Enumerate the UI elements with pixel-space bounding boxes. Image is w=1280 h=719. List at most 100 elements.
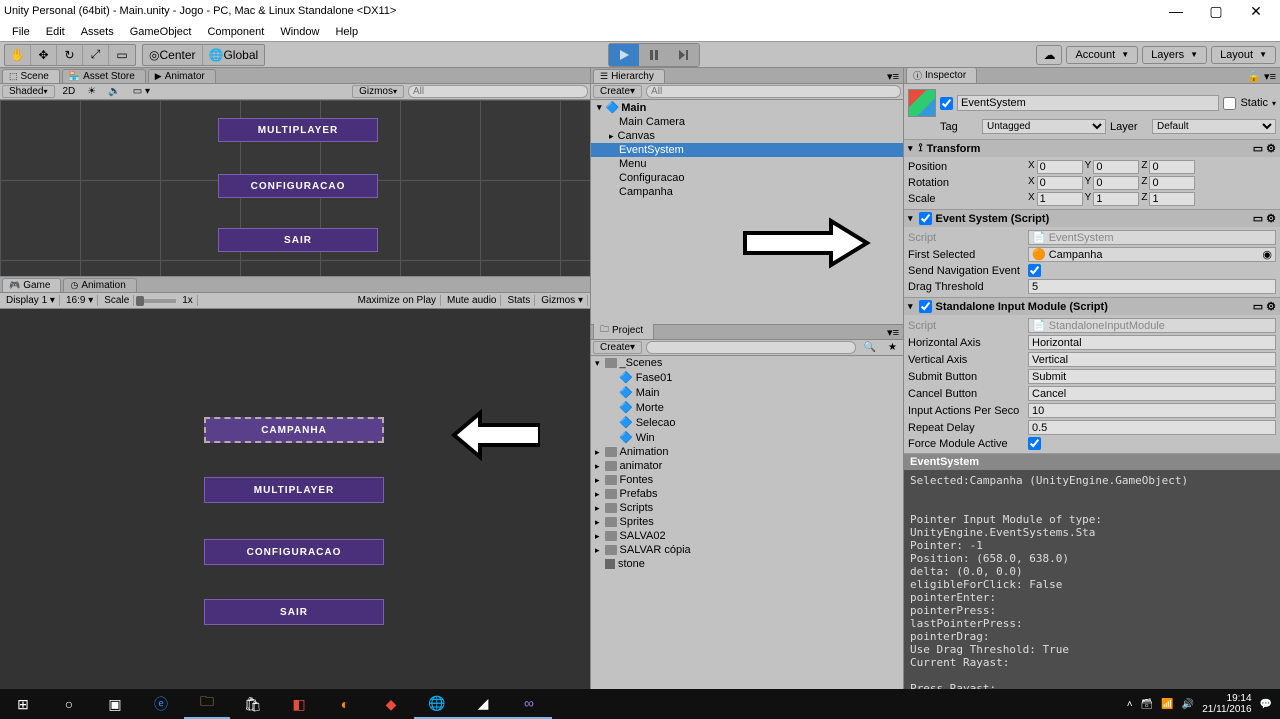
project-folder[interactable]: ▸Fontes bbox=[591, 473, 903, 487]
project-folder[interactable]: ▸animator bbox=[591, 459, 903, 473]
scale-tool[interactable]: ⤢ bbox=[83, 45, 109, 65]
rot-y[interactable] bbox=[1093, 176, 1139, 190]
game-btn-config[interactable]: CONFIGURACAO bbox=[204, 539, 384, 565]
force-module-checkbox[interactable] bbox=[1028, 437, 1041, 450]
search-filter-icon[interactable]: 🔍 bbox=[860, 342, 880, 353]
rot-z[interactable] bbox=[1149, 176, 1195, 190]
tab-game[interactable]: 🎮Game bbox=[2, 278, 61, 292]
menu-help[interactable]: Help bbox=[327, 24, 366, 40]
save-filter-icon[interactable]: ★ bbox=[884, 342, 901, 353]
gameobject-name-field[interactable] bbox=[957, 95, 1219, 111]
scale-slider[interactable] bbox=[136, 299, 176, 303]
hierarchy-item[interactable]: Main Camera bbox=[591, 115, 903, 129]
start-button[interactable]: ⊞ bbox=[0, 689, 46, 719]
hand-tool[interactable]: ✋ bbox=[5, 45, 31, 65]
hierarchy-scene-root[interactable]: ▾🔷 Main bbox=[591, 100, 903, 115]
project-folder[interactable]: ▸Scripts bbox=[591, 501, 903, 515]
play-button[interactable] bbox=[609, 44, 639, 66]
component-header[interactable]: ▾ Event System (Script)▭ ⚙ bbox=[904, 210, 1280, 227]
project-folder[interactable]: ▸Animation bbox=[591, 445, 903, 459]
account-dropdown[interactable]: Account▼ bbox=[1066, 46, 1138, 64]
hierarchy-tree[interactable]: ▾🔷 Main Main Camera ▸Canvas EventSystem … bbox=[591, 100, 903, 324]
vertical-axis-field[interactable] bbox=[1028, 352, 1276, 367]
scl-x[interactable] bbox=[1037, 192, 1083, 206]
menu-window[interactable]: Window bbox=[272, 24, 327, 40]
game-view[interactable]: CAMPANHA MULTIPLAYER CONFIGURACAO SAIR bbox=[0, 309, 590, 689]
stats-toggle[interactable]: Stats bbox=[503, 295, 535, 306]
scene-btn-multiplayer[interactable]: MULTIPLAYER bbox=[218, 118, 378, 142]
menu-assets[interactable]: Assets bbox=[73, 24, 122, 40]
tray-date[interactable]: 21/11/2016 bbox=[1202, 704, 1251, 715]
taskbar-unity[interactable]: ◢ bbox=[460, 689, 506, 719]
game-gizmos-dropdown[interactable]: Gizmos ▾ bbox=[537, 295, 588, 306]
pos-x[interactable] bbox=[1037, 160, 1083, 174]
taskbar-vs[interactable]: ∞ bbox=[506, 689, 552, 719]
2d-toggle[interactable]: 2D bbox=[59, 86, 80, 97]
taskbar-app[interactable]: ◆ bbox=[368, 689, 414, 719]
project-folder[interactable]: ▸Prefabs bbox=[591, 487, 903, 501]
project-scene[interactable]: 🔷Fase01 bbox=[591, 370, 903, 385]
menu-component[interactable]: Component bbox=[199, 24, 272, 40]
project-scene[interactable]: 🔷Win bbox=[591, 430, 903, 445]
tab-hierarchy[interactable]: ☰Hierarchy bbox=[593, 69, 665, 83]
hierarchy-item[interactable]: ▸Canvas bbox=[591, 129, 903, 143]
tray-wifi-icon[interactable]: 📶 bbox=[1161, 699, 1173, 710]
taskbar-explorer[interactable]: 🗀 bbox=[184, 689, 230, 719]
hierarchy-item[interactable]: Campanha bbox=[591, 185, 903, 199]
menu-file[interactable]: File bbox=[4, 24, 38, 40]
hierarchy-item[interactable]: Menu bbox=[591, 157, 903, 171]
shading-dropdown[interactable]: Shaded ▾ bbox=[2, 85, 55, 98]
minimize-button[interactable]: — bbox=[1156, 3, 1196, 19]
project-create-dropdown[interactable]: Create ▾ bbox=[593, 341, 642, 354]
tab-inspector[interactable]: ⓘInspector bbox=[906, 67, 977, 83]
gizmos-dropdown[interactable]: Gizmos ▾ bbox=[352, 85, 404, 98]
hierarchy-search[interactable] bbox=[646, 85, 901, 98]
taskbar-app[interactable]: ◧ bbox=[276, 689, 322, 719]
space-toggle[interactable]: 🌐 Global bbox=[203, 45, 265, 65]
close-button[interactable]: ✕ bbox=[1236, 3, 1276, 20]
project-scene[interactable]: 🔷Selecao bbox=[591, 415, 903, 430]
rotate-tool[interactable]: ↻ bbox=[57, 45, 83, 65]
pos-z[interactable] bbox=[1149, 160, 1195, 174]
project-search[interactable] bbox=[646, 341, 856, 354]
scene-btn-sair[interactable]: SAIR bbox=[218, 228, 378, 252]
hierarchy-item-selected[interactable]: EventSystem bbox=[591, 143, 903, 157]
component-header[interactable]: ▾⟟ Transform▭ ⚙ bbox=[904, 140, 1280, 157]
component-enabled[interactable] bbox=[919, 212, 932, 225]
scl-z[interactable] bbox=[1149, 192, 1195, 206]
send-nav-checkbox[interactable] bbox=[1028, 264, 1041, 277]
scl-y[interactable] bbox=[1093, 192, 1139, 206]
game-btn-sair[interactable]: SAIR bbox=[204, 599, 384, 625]
drag-threshold-field[interactable] bbox=[1028, 279, 1276, 294]
scene-btn-config[interactable]: CONFIGURACAO bbox=[218, 174, 378, 198]
light-toggle[interactable]: ☀ bbox=[83, 86, 100, 97]
tab-animation[interactable]: ◷Animation bbox=[63, 278, 136, 292]
gameobject-icon[interactable] bbox=[908, 89, 936, 117]
project-tree[interactable]: ▾_Scenes 🔷Fase01 🔷Main 🔷Morte 🔷Selecao 🔷… bbox=[591, 356, 903, 689]
component-enabled[interactable] bbox=[919, 300, 932, 313]
project-scene[interactable]: 🔷Morte bbox=[591, 400, 903, 415]
project-folder[interactable]: ▾_Scenes bbox=[591, 356, 903, 370]
rot-x[interactable] bbox=[1037, 176, 1083, 190]
audio-toggle[interactable]: 🔈 bbox=[104, 86, 124, 97]
game-btn-campanha[interactable]: CAMPANHA bbox=[204, 417, 384, 443]
scene-view[interactable]: MULTIPLAYER CONFIGURACAO SAIR bbox=[0, 100, 590, 276]
menu-gameobject[interactable]: GameObject bbox=[122, 24, 200, 40]
static-checkbox[interactable] bbox=[1223, 97, 1236, 110]
move-tool[interactable]: ✥ bbox=[31, 45, 57, 65]
project-folder[interactable]: ▸SALVA02 bbox=[591, 529, 903, 543]
hierarchy-item[interactable]: Configuracao bbox=[591, 171, 903, 185]
layer-dropdown[interactable]: Default bbox=[1152, 119, 1276, 134]
rect-tool[interactable]: ▭ bbox=[109, 45, 135, 65]
panel-menu-icon[interactable]: 🔒 ▾≡ bbox=[1247, 70, 1276, 83]
panel-menu-icon[interactable]: ▾≡ bbox=[887, 70, 899, 83]
pivot-toggle[interactable]: ◎ Center bbox=[143, 45, 203, 65]
maximize-button[interactable]: ▢ bbox=[1196, 3, 1236, 20]
game-btn-multiplayer[interactable]: MULTIPLAYER bbox=[204, 477, 384, 503]
fx-toggle[interactable]: ▭ ▾ bbox=[129, 86, 154, 97]
aspect-dropdown[interactable]: 16:9 ▾ bbox=[62, 295, 98, 306]
tray-volume-icon[interactable]: 🔊 bbox=[1182, 699, 1194, 710]
scene-search[interactable] bbox=[408, 85, 588, 98]
layout-dropdown[interactable]: Layout▼ bbox=[1211, 46, 1276, 64]
pos-y[interactable] bbox=[1093, 160, 1139, 174]
